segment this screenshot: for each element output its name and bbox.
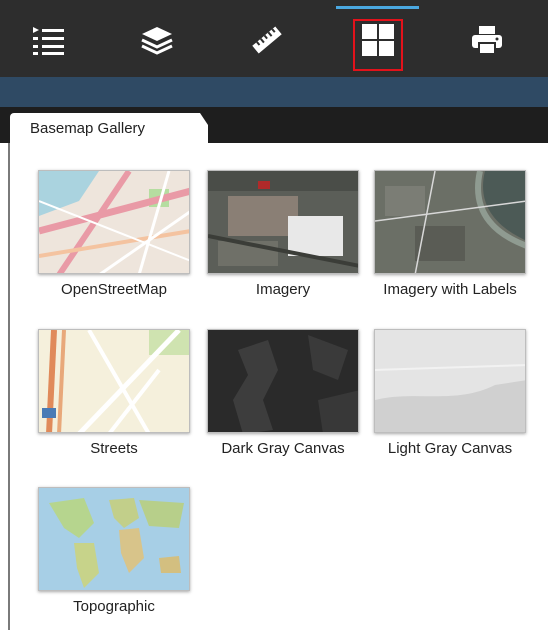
tab-basemap-gallery-label: Basemap Gallery — [30, 120, 146, 137]
measure-tool-button[interactable] — [232, 8, 302, 72]
basemap-item-label: Dark Gray Canvas — [221, 440, 345, 457]
printer-icon — [470, 24, 504, 56]
imagery-thumbnail — [207, 170, 359, 274]
ruler-icon — [250, 25, 284, 55]
selected-tool-highlight — [353, 19, 403, 71]
basemap-item-streets[interactable]: Streets — [38, 329, 190, 458]
layers-icon — [140, 25, 174, 55]
openstreetmap-thumbnail — [38, 170, 190, 274]
basemap-item-label: Topographic — [73, 598, 155, 615]
legend-tool-button[interactable] — [13, 8, 83, 72]
basemap-item-openstreetmap[interactable]: OpenStreetMap — [38, 170, 190, 299]
basemap-item-label: Streets — [90, 440, 138, 457]
list-icon — [30, 24, 66, 56]
toolbar-subbar — [0, 77, 548, 107]
basemap-item-topographic[interactable]: Topographic — [38, 487, 190, 616]
basemap-item-label: Light Gray Canvas — [387, 440, 513, 457]
basemap-item-imagery-with-labels[interactable]: Imagery with Labels — [374, 170, 526, 299]
layers-tool-button[interactable] — [122, 8, 192, 72]
toolbar — [0, 0, 548, 77]
basemap-item-label: Imagery with Labels — [383, 281, 517, 298]
imagery-with-labels-thumbnail — [374, 170, 526, 274]
light-gray-canvas-thumbnail — [374, 329, 526, 433]
print-tool-button[interactable] — [452, 8, 522, 72]
basemap-item-light-gray-canvas[interactable]: Light Gray Canvas — [374, 329, 526, 458]
dark-gray-canvas-thumbnail — [207, 329, 359, 433]
basemap-item-label: OpenStreetMap — [61, 281, 167, 298]
topographic-thumbnail — [38, 487, 190, 591]
basemap-item-imagery[interactable]: Imagery — [207, 170, 359, 299]
streets-thumbnail — [38, 329, 190, 433]
basemap-item-dark-gray-canvas[interactable]: Dark Gray Canvas — [207, 329, 359, 458]
basemap-item-label: Imagery — [255, 281, 311, 298]
